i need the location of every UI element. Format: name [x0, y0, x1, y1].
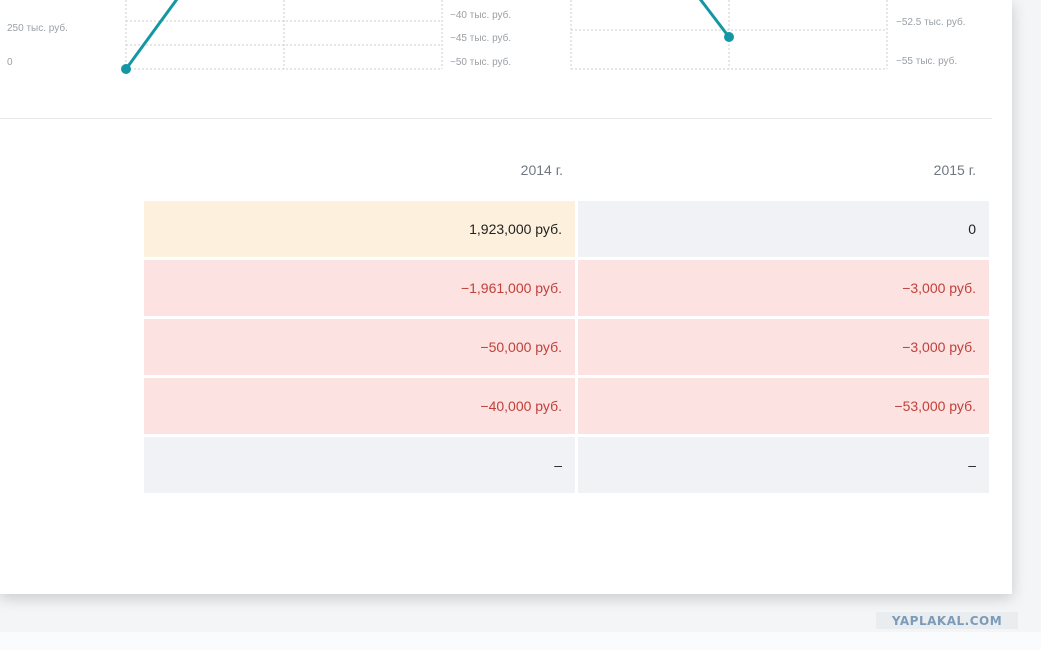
charts-area: 250 тыс. руб. 0 −40 тыс. руб. −45 тыс. р…	[0, 0, 1000, 118]
table-cell: −53,000 руб.	[578, 378, 989, 434]
column-header-2015: 2015 г.	[933, 162, 976, 178]
table-cell: −3,000 руб.	[578, 260, 989, 316]
table-cell: 1,923,000 руб.	[144, 201, 575, 257]
table-cell: −3,000 руб.	[578, 319, 989, 375]
table-cell: −1,961,000 руб.	[144, 260, 575, 316]
section-divider	[0, 118, 992, 119]
left-chart-grid	[125, 0, 443, 70]
right-chart-point	[724, 32, 734, 42]
left-chart-right-axis-label-2: −45 тыс. руб.	[450, 33, 512, 44]
left-chart-right-axis-label-1: −40 тыс. руб.	[450, 10, 512, 21]
right-chart-right-axis-label-2: −55 тыс. руб.	[896, 56, 958, 67]
table-cell: 0	[578, 201, 989, 257]
right-chart-right-axis-label-1: −52.5 тыс. руб.	[896, 17, 966, 28]
left-chart-series-line	[124, 0, 179, 70]
bottom-strip	[0, 632, 1041, 650]
right-chart-series-line	[698, 0, 731, 38]
table-cell: –	[144, 437, 575, 493]
site-watermark: YAPLAKAL.COM	[876, 612, 1018, 629]
left-chart-point	[121, 64, 131, 74]
table-cell: −50,000 руб.	[144, 319, 575, 375]
left-chart-right-axis-label-3: −50 тыс. руб.	[450, 57, 512, 68]
report-card: 250 тыс. руб. 0 −40 тыс. руб. −45 тыс. р…	[0, 0, 1012, 594]
column-header-2014: 2014 г.	[520, 162, 563, 178]
left-chart-left-axis-label-2: 0	[7, 57, 13, 68]
table-cell: –	[578, 437, 989, 493]
left-chart-left-axis-label-1: 250 тыс. руб.	[7, 23, 68, 34]
table-cell: −40,000 руб.	[144, 378, 575, 434]
